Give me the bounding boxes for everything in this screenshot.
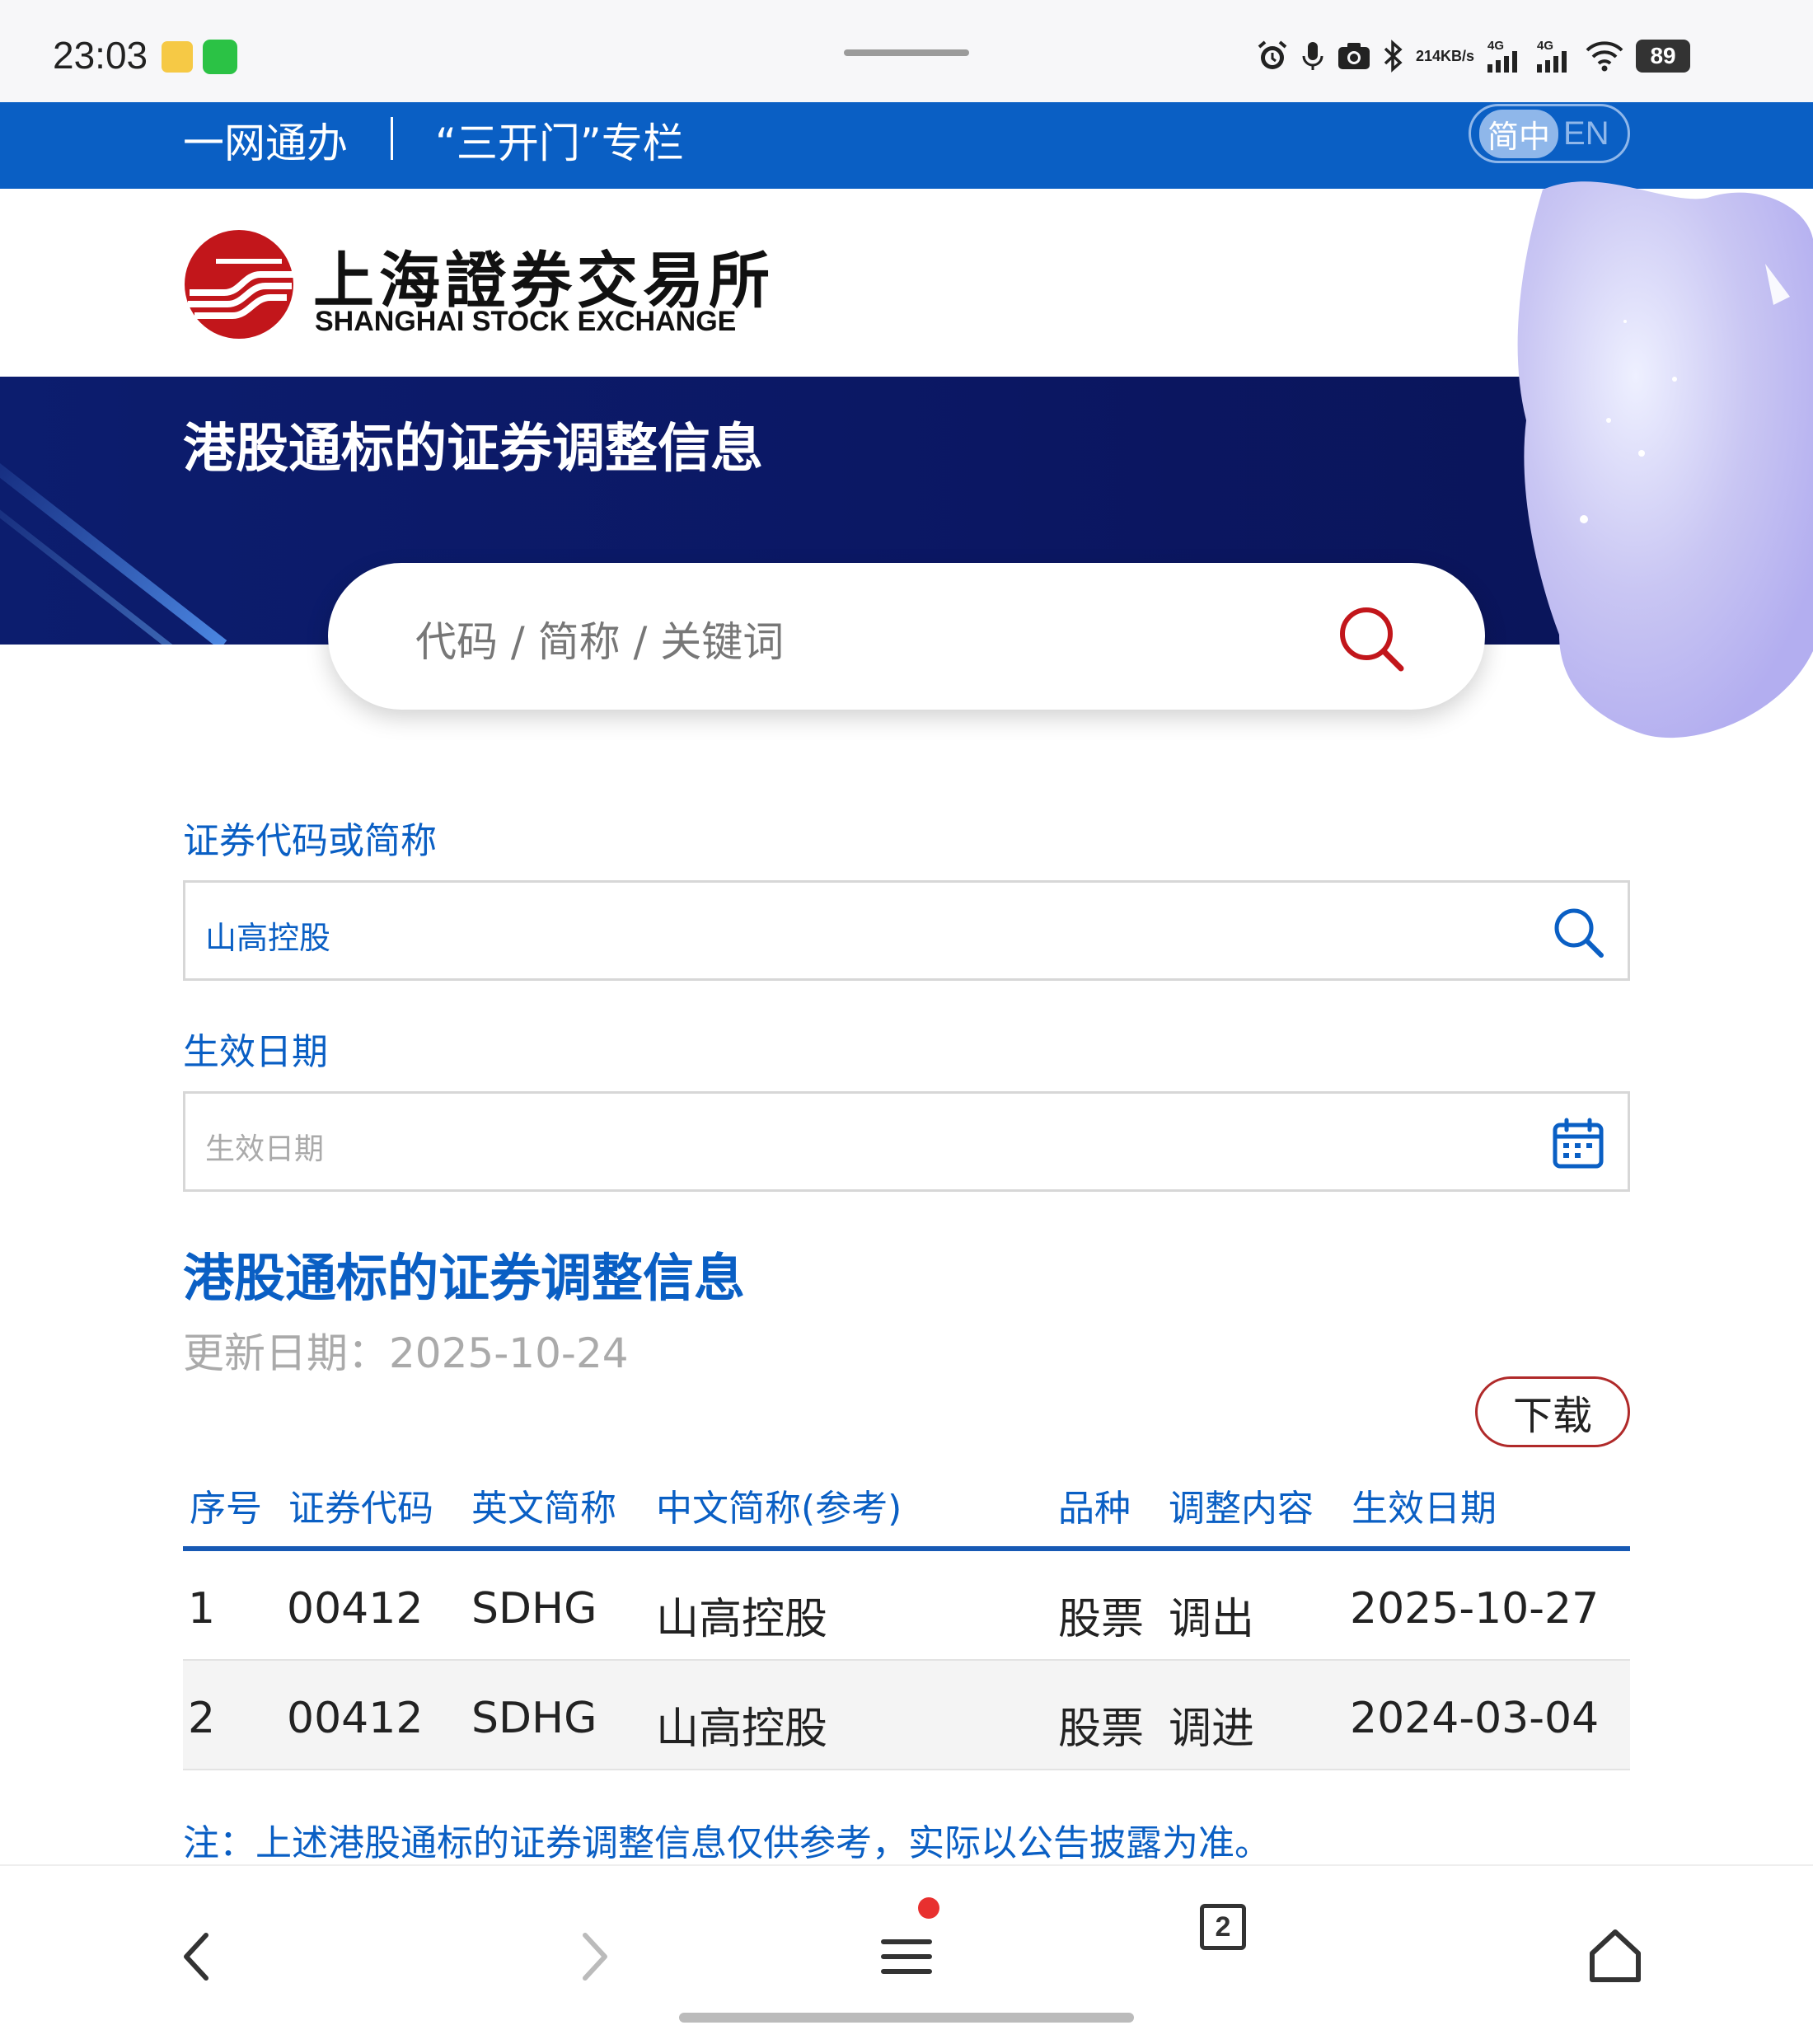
back-icon[interactable]	[165, 1924, 231, 1990]
column-header-code: 证券代码	[288, 1488, 433, 1530]
home-icon[interactable]	[1582, 1924, 1648, 1990]
cell-type: 股票	[1058, 1704, 1145, 1754]
cell-chinese-name: 山高控股	[656, 1595, 828, 1644]
lang-en-option[interactable]: EN	[1563, 115, 1609, 152]
notes-notification-icon	[162, 41, 193, 73]
cell-adjustment: 调出	[1169, 1595, 1255, 1644]
table-row: 1 00412 SDHG 山高控股 股票 调出 2025-10-27	[183, 1551, 1630, 1661]
cell-effective-date: 2024-03-04	[1350, 1694, 1600, 1743]
signal-icon-sim2: 4G	[1535, 38, 1573, 74]
column-header-english-name: 英文简称	[471, 1488, 616, 1530]
alarm-icon	[1256, 40, 1289, 73]
column-header-index: 序号	[190, 1488, 262, 1530]
drag-handle[interactable]	[844, 49, 969, 56]
table-row: 2 00412 SDHG 山高控股 股票 调进 2024-03-04	[183, 1661, 1630, 1770]
cell-index: 1	[188, 1584, 216, 1634]
disclaimer-note: 注：上述港股通标的证券调整信息仅供参考，实际以公告披露为准。	[183, 1822, 1271, 1864]
table-header: 序号 证券代码 英文简称 中文简称(参考) 品种 调整内容 生效日期	[183, 1467, 1630, 1551]
language-toggle[interactable]: 简中 EN	[1469, 104, 1630, 163]
status-icons: 214 KB/s 4G 4G 89	[1256, 33, 1691, 79]
nav-link-three-doors[interactable]: “三开门”专栏	[435, 110, 684, 170]
effective-date-label: 生效日期	[183, 1031, 328, 1073]
camera-icon	[1337, 40, 1371, 72]
logo-english-name: SHANGHAI STOCK EXCHANGE	[315, 306, 737, 337]
bluetooth-icon	[1383, 40, 1404, 73]
network-speed-unit: KB/s	[1441, 48, 1475, 64]
battery-icon: 89	[1636, 40, 1691, 73]
cell-effective-date: 2025-10-27	[1350, 1584, 1600, 1634]
column-header-type: 品种	[1058, 1488, 1131, 1530]
nav-link-one-stop[interactable]: 一网通办	[183, 110, 348, 170]
lang-zh-option[interactable]: 简中	[1479, 109, 1559, 158]
hero-title: 港股通标的证券调整信息	[183, 419, 763, 480]
signal2-label: 4G	[1537, 39, 1553, 53]
cell-english-name: SDHG	[471, 1584, 597, 1634]
floating-assistant-icon[interactable]	[1510, 173, 1813, 750]
wechat-notification-icon	[203, 40, 237, 74]
cell-adjustment: 调进	[1169, 1704, 1255, 1754]
network-speed: 214 KB/s	[1416, 48, 1474, 64]
signal-icon-sim1: 4G	[1486, 38, 1524, 74]
tabs-count-icon[interactable]: 2	[1200, 1904, 1246, 1950]
section-title: 港股通标的证券调整信息	[183, 1248, 746, 1308]
search-icon[interactable]	[1550, 904, 1606, 960]
hero-decoration	[0, 459, 235, 645]
cell-type: 股票	[1058, 1595, 1145, 1644]
adjustment-table: 序号 证券代码 英文简称 中文简称(参考) 品种 调整内容 生效日期 1 004…	[183, 1467, 1630, 1770]
security-code-label: 证券代码或简称	[183, 820, 437, 862]
menu-icon[interactable]	[874, 1924, 939, 1990]
global-search-placeholder[interactable]: 代码 / 简称 / 关键词	[415, 609, 784, 668]
effective-date-placeholder[interactable]: 生效日期	[205, 1125, 324, 1168]
column-header-effective-date: 生效日期	[1352, 1488, 1497, 1530]
sse-logo-icon[interactable]	[183, 228, 295, 340]
nav-divider	[391, 117, 393, 160]
signal1-label: 4G	[1487, 39, 1504, 53]
home-indicator[interactable]	[679, 2013, 1134, 2023]
notification-dot	[918, 1897, 939, 1919]
cell-code: 00412	[287, 1584, 424, 1634]
security-code-input[interactable]: 山高控股	[183, 880, 1630, 981]
status-bar: 23:03 214 KB/s 4G 4G 89	[0, 0, 1813, 102]
global-search-box[interactable]: 代码 / 简称 / 关键词	[328, 563, 1485, 710]
forward-icon[interactable]	[560, 1924, 626, 1990]
calendar-icon[interactable]	[1550, 1115, 1606, 1171]
security-code-value[interactable]: 山高控股	[205, 912, 330, 958]
cell-chinese-name: 山高控股	[656, 1704, 828, 1754]
effective-date-input[interactable]: 生效日期	[183, 1091, 1630, 1192]
status-time: 23:03	[53, 34, 148, 77]
column-header-chinese-name: 中文简称(参考)	[656, 1488, 902, 1530]
update-date: 更新日期：2025-10-24	[183, 1329, 629, 1377]
cell-index: 2	[188, 1694, 216, 1743]
download-button[interactable]: 下载	[1475, 1376, 1630, 1447]
wifi-icon	[1585, 40, 1624, 73]
cell-english-name: SDHG	[471, 1694, 597, 1743]
search-icon[interactable]	[1335, 602, 1406, 673]
column-header-adjustment: 调整内容	[1169, 1488, 1314, 1530]
network-speed-value: 214	[1416, 48, 1441, 64]
microphone-icon	[1300, 40, 1325, 73]
cell-code: 00412	[287, 1694, 424, 1743]
